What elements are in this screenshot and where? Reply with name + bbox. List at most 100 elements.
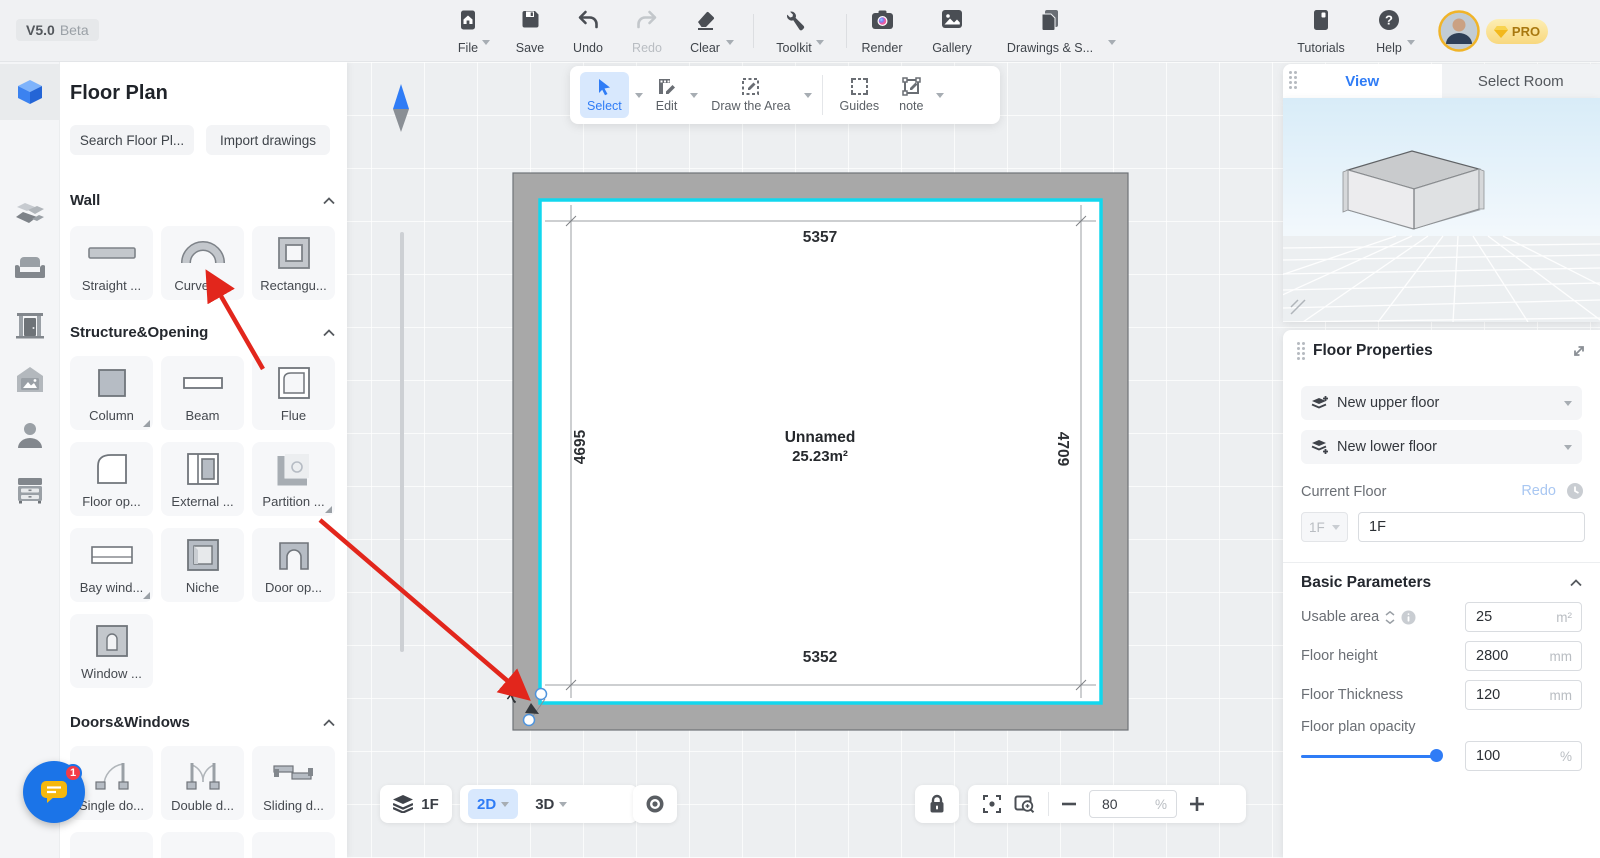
floor-height-field[interactable]: mm bbox=[1465, 641, 1582, 671]
library-item-door-opening[interactable]: Door op... bbox=[252, 528, 335, 602]
usable-area-input[interactable] bbox=[1466, 609, 1530, 625]
file-caret[interactable] bbox=[482, 40, 490, 45]
zoom-in-icon[interactable] bbox=[1189, 796, 1205, 812]
support-chat-button[interactable]: 1 bbox=[23, 761, 85, 823]
floor-name-input[interactable] bbox=[1359, 519, 1559, 535]
library-item-rectangular-wall[interactable]: Rectangu... bbox=[252, 226, 335, 300]
floor-select[interactable]: 1F bbox=[1301, 512, 1348, 542]
zoom-out-icon[interactable] bbox=[1061, 796, 1077, 812]
floor-thickness-input[interactable] bbox=[1466, 687, 1530, 703]
section-header-structure[interactable]: Structure&Opening bbox=[70, 324, 335, 341]
rail-item-templates[interactable] bbox=[0, 186, 60, 242]
rail-item-custom-furniture[interactable] bbox=[0, 462, 60, 518]
section-header-doors[interactable]: Doors&Windows bbox=[70, 714, 335, 731]
library-item-partial[interactable] bbox=[252, 832, 335, 858]
library-item-column[interactable]: Column bbox=[70, 356, 153, 430]
room-name[interactable]: Unnamed bbox=[785, 429, 856, 446]
lock-button[interactable] bbox=[915, 785, 959, 823]
user-avatar[interactable] bbox=[1438, 10, 1480, 52]
render-button[interactable]: Render bbox=[851, 9, 913, 55]
library-item-straight-wall[interactable]: Straight ... bbox=[70, 226, 153, 300]
library-item-flue[interactable]: Flue bbox=[252, 356, 335, 430]
panel-drag-handle[interactable] bbox=[1289, 71, 1297, 89]
library-item-curved-wall[interactable]: Curved ... bbox=[161, 226, 244, 300]
focus-icon[interactable] bbox=[982, 794, 1002, 814]
zoom-level-field[interactable]: % bbox=[1089, 790, 1177, 818]
floor-height-input[interactable] bbox=[1466, 648, 1530, 664]
rail-item-floorplan[interactable] bbox=[0, 64, 60, 120]
draw-area-tool[interactable]: Draw the Area bbox=[704, 72, 797, 118]
basic-parameters-header[interactable]: Basic Parameters bbox=[1301, 574, 1582, 592]
library-item-partial[interactable] bbox=[161, 832, 244, 858]
library-item-bay-window[interactable]: Bay wind... bbox=[70, 528, 153, 602]
clear-button[interactable]: Clear bbox=[674, 9, 736, 55]
toolkit-caret[interactable] bbox=[816, 40, 824, 45]
note-tool[interactable]: note bbox=[892, 72, 930, 118]
rail-item-account[interactable] bbox=[0, 407, 60, 463]
opacity-slider-thumb[interactable] bbox=[1430, 749, 1443, 762]
library-item-external-window[interactable]: External ... bbox=[161, 442, 244, 516]
corner-handle[interactable] bbox=[536, 689, 547, 700]
view-3d-preview[interactable] bbox=[1283, 98, 1600, 322]
tab-select-room[interactable]: Select Room bbox=[1442, 64, 1600, 98]
panel-scrollbar[interactable] bbox=[400, 232, 404, 652]
edit-tool[interactable]: Edit bbox=[649, 72, 685, 118]
info-icon[interactable] bbox=[1401, 610, 1416, 625]
rail-item-doors[interactable] bbox=[0, 297, 60, 353]
help-button[interactable]: ? Help bbox=[1358, 9, 1420, 55]
note-caret[interactable] bbox=[936, 93, 944, 98]
zoom-region-icon[interactable] bbox=[1014, 794, 1036, 814]
new-lower-floor-button[interactable]: New lower floor bbox=[1301, 430, 1582, 464]
file-button[interactable]: File bbox=[437, 9, 499, 55]
pro-badge[interactable]: PRO bbox=[1486, 19, 1548, 44]
history-clock-icon[interactable] bbox=[1566, 482, 1584, 500]
toolkit-button[interactable]: Toolkit bbox=[763, 9, 825, 55]
library-item-floor-opening[interactable]: Floor op... bbox=[70, 442, 153, 516]
floor-thickness-field[interactable]: mm bbox=[1465, 680, 1582, 710]
import-drawings-button[interactable]: Import drawings bbox=[206, 125, 330, 155]
drawings-button[interactable]: Drawings & S... bbox=[1004, 9, 1096, 55]
redo-link[interactable]: Redo bbox=[1521, 483, 1556, 499]
library-item-window-opening[interactable]: Window ... bbox=[70, 614, 153, 688]
floor-switcher-button[interactable]: 1F bbox=[380, 785, 452, 823]
opacity-input[interactable] bbox=[1466, 748, 1530, 764]
mode-3d-button[interactable]: 3D bbox=[526, 789, 576, 819]
library-item-beam[interactable]: Beam bbox=[161, 356, 244, 430]
library-item-niche[interactable]: Niche bbox=[161, 528, 244, 602]
section-header-wall[interactable]: Wall bbox=[70, 192, 335, 209]
tab-view[interactable]: View bbox=[1283, 64, 1442, 98]
zoom-level-input[interactable] bbox=[1090, 796, 1145, 812]
rail-item-ai-design[interactable] bbox=[0, 352, 60, 408]
swap-icon[interactable] bbox=[1385, 611, 1395, 624]
gallery-button[interactable]: Gallery bbox=[921, 9, 983, 55]
tutorials-icon bbox=[1312, 9, 1330, 31]
edit-caret[interactable] bbox=[690, 93, 698, 98]
library-item-partial[interactable] bbox=[70, 832, 153, 858]
library-item-sliding-door[interactable]: Sliding d... bbox=[252, 746, 335, 820]
search-floorplan-button[interactable]: Search Floor Pl... bbox=[70, 125, 194, 155]
rail-item-furniture[interactable] bbox=[0, 242, 60, 298]
tutorials-button[interactable]: Tutorials bbox=[1290, 9, 1352, 55]
corner-handle[interactable] bbox=[524, 715, 535, 726]
drawings-caret[interactable] bbox=[1108, 40, 1116, 45]
draw-area-caret[interactable] bbox=[804, 93, 812, 98]
usable-area-field[interactable]: m² bbox=[1465, 602, 1582, 632]
visibility-button[interactable] bbox=[633, 785, 677, 823]
redo-button[interactable]: Redo bbox=[616, 9, 678, 55]
library-item-partition[interactable]: Partition ... bbox=[252, 442, 335, 516]
expand-icon[interactable] bbox=[1572, 344, 1586, 358]
floor-name-field[interactable] bbox=[1358, 512, 1585, 542]
new-upper-floor-button[interactable]: New upper floor bbox=[1301, 386, 1582, 420]
library-item-double-door[interactable]: Double d... bbox=[161, 746, 244, 820]
clear-caret[interactable] bbox=[726, 40, 734, 45]
opacity-slider-track[interactable] bbox=[1301, 755, 1437, 758]
select-caret[interactable] bbox=[635, 93, 643, 98]
mode-2d-button[interactable]: 2D bbox=[468, 789, 518, 819]
help-caret[interactable] bbox=[1407, 40, 1415, 45]
select-tool[interactable]: Select bbox=[580, 72, 629, 118]
guides-tool[interactable]: Guides bbox=[833, 72, 887, 118]
panel-drag-handle[interactable] bbox=[1297, 342, 1305, 360]
save-button[interactable]: Save bbox=[499, 9, 561, 55]
opacity-field[interactable]: % bbox=[1465, 741, 1582, 771]
undo-button[interactable]: Undo bbox=[557, 9, 619, 55]
